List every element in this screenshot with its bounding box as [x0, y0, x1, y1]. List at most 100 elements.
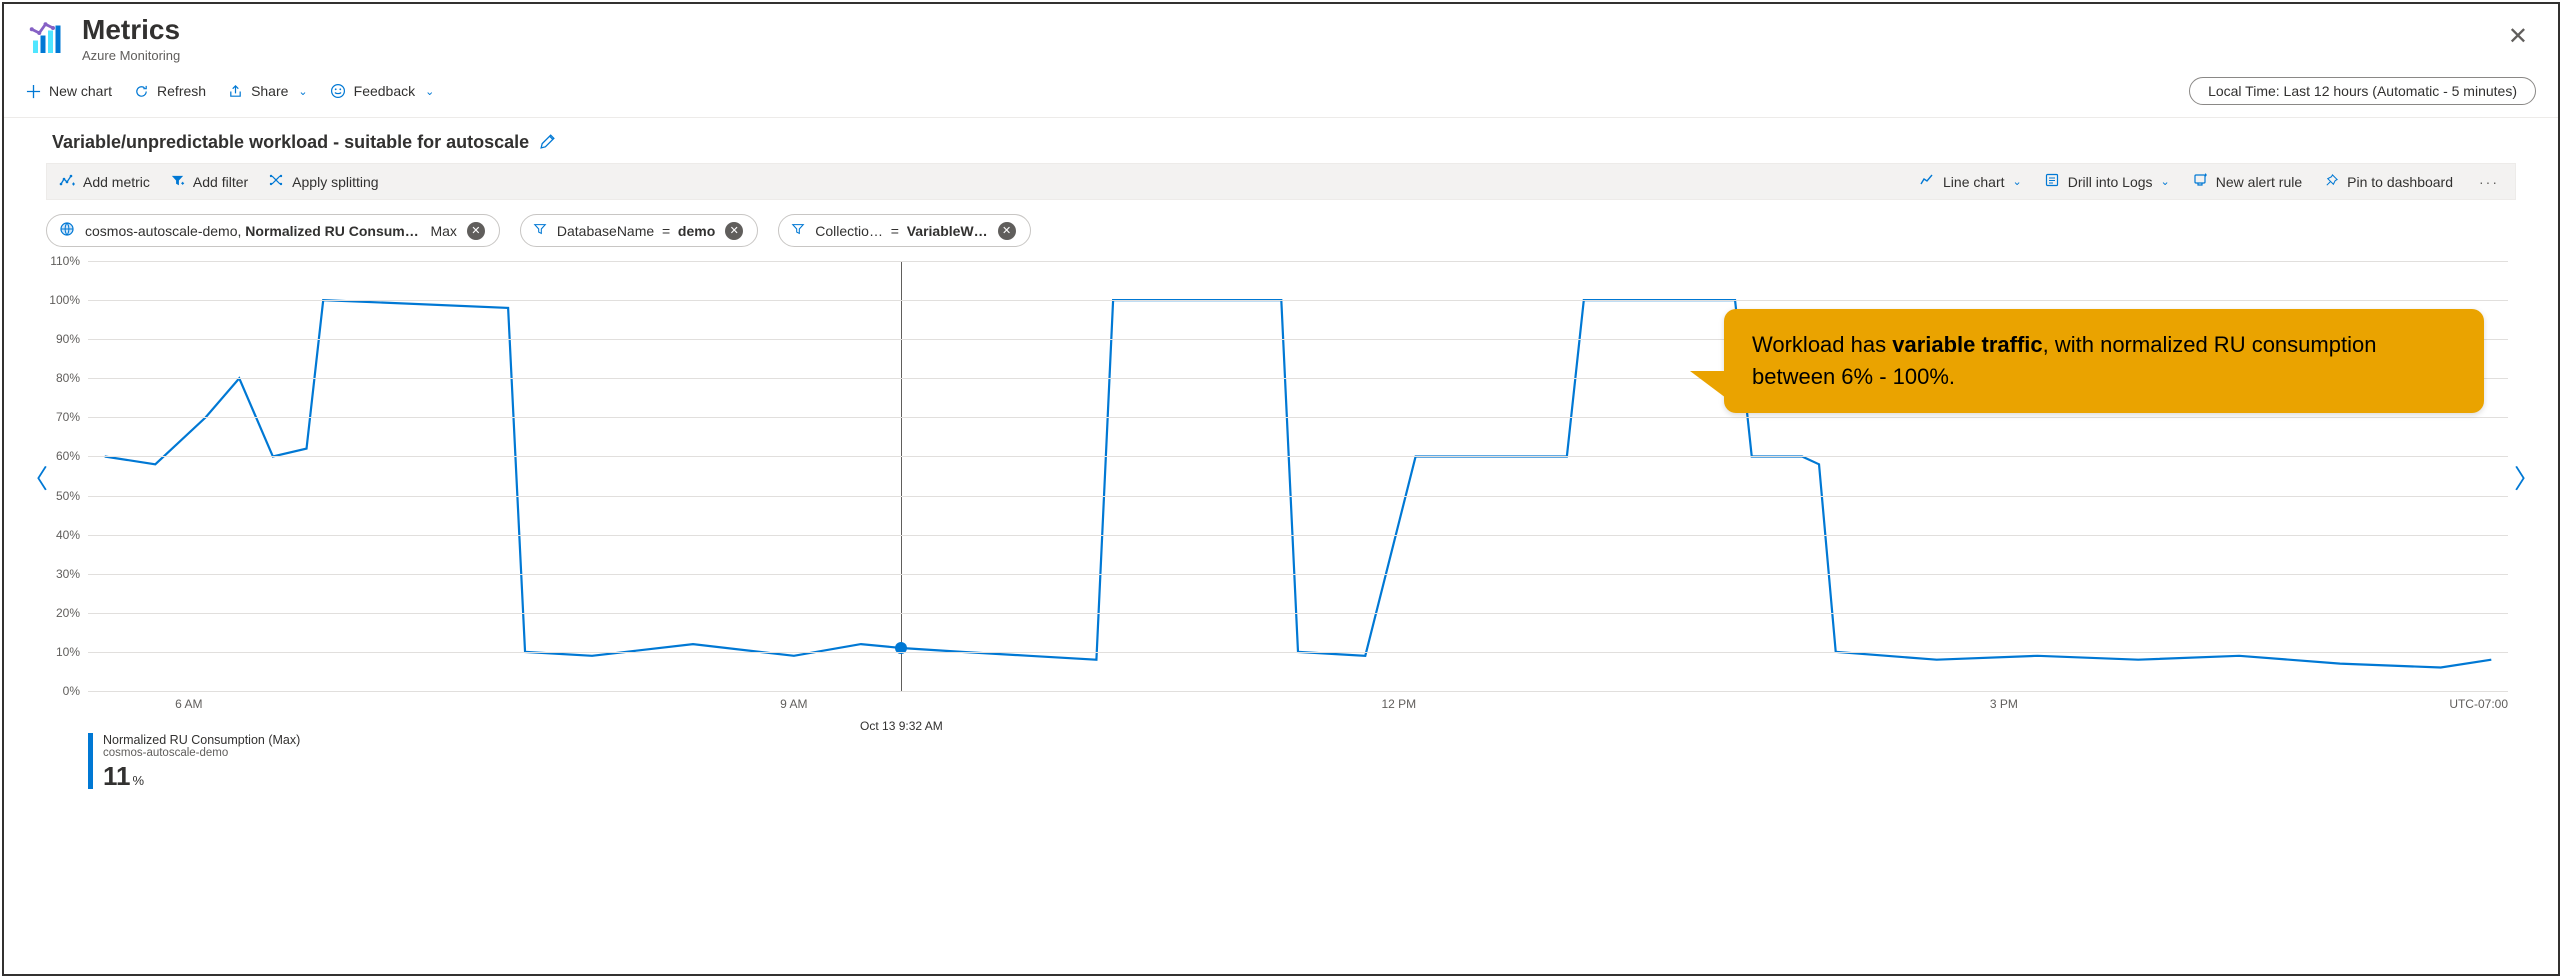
- chevron-down-icon: ⌄: [2013, 175, 2022, 188]
- pin-icon: [2324, 173, 2339, 191]
- metrics-panel: Metrics Azure Monitoring ✕ New chart Ref…: [2, 2, 2560, 976]
- prev-chart-button[interactable]: 〈: [14, 451, 56, 504]
- pin-button[interactable]: Pin to dashboard: [2324, 173, 2453, 191]
- legend-resource-name: cosmos-autoscale-demo: [103, 747, 300, 759]
- chart-y-label: 40%: [56, 528, 80, 542]
- legend-series-name: Normalized RU Consumption (Max): [103, 733, 300, 747]
- refresh-icon: [134, 84, 149, 99]
- chart-timezone: UTC-07:00: [2449, 697, 2508, 711]
- chart-y-label: 10%: [56, 645, 80, 659]
- chart-y-label: 70%: [56, 410, 80, 424]
- chart-gridline: [88, 300, 2508, 301]
- remove-filter-icon[interactable]: ✕: [725, 222, 743, 240]
- chevron-down-icon: ⌄: [2161, 175, 2170, 188]
- filter-pill-database[interactable]: DatabaseName = demo ✕: [520, 214, 758, 247]
- line-chart-icon: [1919, 172, 1935, 191]
- apply-splitting-label: Apply splitting: [292, 174, 378, 190]
- chart-title-row: Variable/unpredictable workload - suitab…: [4, 118, 2558, 163]
- feedback-label: Feedback: [354, 83, 415, 99]
- chart-y-label: 30%: [56, 567, 80, 581]
- header: Metrics Azure Monitoring ✕: [4, 4, 2558, 69]
- legend-color-swatch: [88, 733, 93, 789]
- chart-y-label: 110%: [50, 254, 80, 268]
- share-icon: [228, 84, 243, 99]
- chart-y-label: 60%: [56, 449, 80, 463]
- filter-pill-collection[interactable]: Collectio… = VariableW… ✕: [778, 214, 1030, 247]
- metric-pill[interactable]: cosmos-autoscale-demo, Normalized RU Con…: [46, 214, 500, 247]
- add-filter-button[interactable]: Add filter: [170, 173, 248, 191]
- chart-legend: Normalized RU Consumption (Max) cosmos-a…: [88, 733, 2518, 792]
- chart-y-label: 80%: [56, 371, 80, 385]
- feedback-smile-icon: [330, 83, 346, 99]
- apply-splitting-button[interactable]: Apply splitting: [268, 172, 378, 191]
- edit-title-button[interactable]: [539, 133, 556, 153]
- split-icon: [268, 172, 284, 191]
- page-subtitle: Azure Monitoring: [82, 48, 180, 63]
- time-range-picker[interactable]: Local Time: Last 12 hours (Automatic - 5…: [2189, 77, 2536, 105]
- chart-area: 〈 〉 UTC-07:00 110%100%90%80%70%60%50%40%…: [44, 261, 2518, 974]
- remove-filter-icon[interactable]: ✕: [998, 222, 1016, 240]
- chart-x-label: 6 AM: [175, 697, 202, 711]
- pencil-icon: [539, 133, 556, 150]
- logs-icon: [2044, 172, 2060, 191]
- filter-icon: [791, 222, 805, 239]
- callout-text: Workload has variable traffic, with norm…: [1752, 332, 2376, 389]
- chart-y-label: 90%: [56, 332, 80, 346]
- legend-info: Normalized RU Consumption (Max) cosmos-a…: [103, 733, 300, 792]
- chart-gridline: [88, 652, 2508, 653]
- chevron-down-icon: ⌄: [425, 85, 434, 98]
- remove-metric-icon[interactable]: ✕: [467, 222, 485, 240]
- chart-gridline: [88, 613, 2508, 614]
- chart-y-label: 50%: [56, 489, 80, 503]
- alert-icon: [2192, 172, 2208, 191]
- chart-y-label: 100%: [49, 293, 80, 307]
- new-chart-label: New chart: [49, 83, 112, 99]
- chart-toolbar-right: Line chart ⌄ Drill into Logs ⌄ New alert…: [1919, 172, 2503, 191]
- callout-tail-icon: [1690, 371, 1730, 401]
- refresh-button[interactable]: Refresh: [134, 83, 206, 99]
- filter-icon: [170, 173, 185, 191]
- filter-pill-text: DatabaseName = demo: [557, 223, 715, 239]
- share-button[interactable]: Share ⌄: [228, 83, 308, 99]
- new-alert-label: New alert rule: [2216, 174, 2302, 190]
- chart-gridline: [88, 496, 2508, 497]
- chart-gridline: [88, 456, 2508, 457]
- chart-x-label: 3 PM: [1990, 697, 2018, 711]
- chart-type-label: Line chart: [1943, 174, 2004, 190]
- close-button[interactable]: ✕: [2498, 18, 2538, 55]
- chart-x-label: 9 AM: [780, 697, 807, 711]
- filter-pill-row: cosmos-autoscale-demo, Normalized RU Con…: [46, 214, 2516, 247]
- legend-value: 11%: [103, 761, 300, 792]
- filter-pill-text: Collectio… = VariableW…: [815, 223, 987, 239]
- chevron-down-icon: ⌄: [298, 85, 307, 98]
- metric-pill-text: cosmos-autoscale-demo, Normalized RU Con…: [85, 223, 457, 239]
- refresh-label: Refresh: [157, 83, 206, 99]
- time-range-label: Local Time: Last 12 hours (Automatic - 5…: [2208, 83, 2517, 99]
- drill-logs-button[interactable]: Drill into Logs ⌄: [2044, 172, 2170, 191]
- header-titles: Metrics Azure Monitoring: [82, 14, 180, 63]
- annotation-callout: Workload has variable traffic, with norm…: [1724, 309, 2484, 413]
- page-title: Metrics: [82, 14, 180, 46]
- chart-y-label: 0%: [63, 684, 80, 698]
- drill-logs-label: Drill into Logs: [2068, 174, 2153, 190]
- chart-gridline: [88, 535, 2508, 536]
- chart-gridline: [88, 261, 2508, 262]
- new-chart-button[interactable]: New chart: [26, 83, 112, 99]
- feedback-button[interactable]: Feedback ⌄: [330, 83, 435, 99]
- chart-toolbar: Add metric Add filter Apply splitting Li…: [46, 163, 2516, 200]
- more-button[interactable]: ···: [2475, 174, 2503, 190]
- add-metric-icon: [59, 172, 75, 191]
- add-metric-button[interactable]: Add metric: [59, 172, 150, 191]
- resource-icon: [59, 221, 75, 240]
- new-alert-button[interactable]: New alert rule: [2192, 172, 2302, 191]
- plus-icon: [26, 84, 41, 99]
- chart-y-label: 20%: [56, 606, 80, 620]
- chart-gridline: [88, 574, 2508, 575]
- metrics-icon: [28, 18, 68, 58]
- chart-gridline: [88, 417, 2508, 418]
- add-metric-label: Add metric: [83, 174, 150, 190]
- chart-hover-time-label: Oct 13 9:32 AM: [860, 719, 943, 733]
- next-chart-button[interactable]: 〉: [2506, 451, 2548, 504]
- chart-gridline: [88, 691, 2508, 692]
- chart-type-dropdown[interactable]: Line chart ⌄: [1919, 172, 2022, 191]
